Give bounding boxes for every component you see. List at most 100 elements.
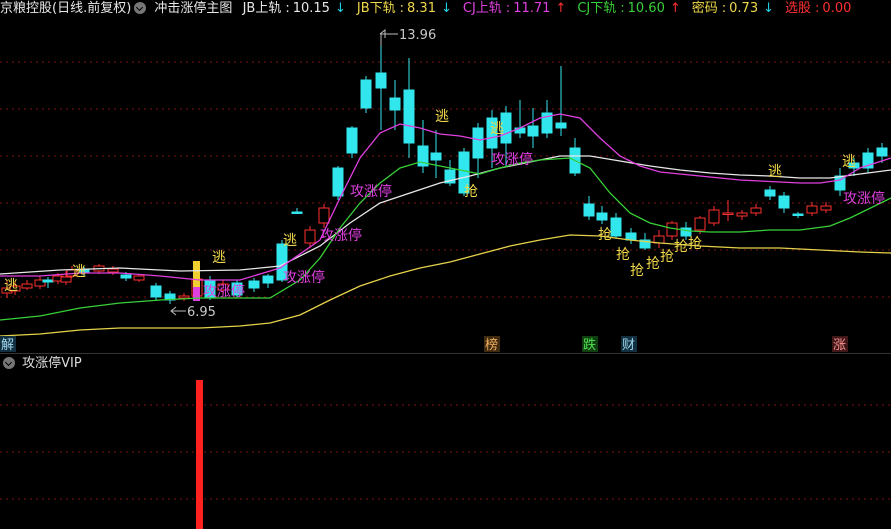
candle-body [792,213,804,216]
arrow-up-icon: ↑ [669,1,681,16]
panel-divider [0,353,891,354]
metric-value: 10.15 [292,1,330,16]
attack-signal-text: 攻涨停 [491,151,533,168]
candle [527,108,539,148]
candle [736,210,748,220]
attack-signal-text: 攻涨停 [283,269,325,286]
event-tag-text: 涨 [833,338,846,353]
candle-body [680,227,692,237]
chevron-down-icon[interactable] [3,357,15,369]
candle [291,208,303,214]
escape-signal-text: 逃 [435,109,449,125]
magenta-band-line [0,113,891,281]
candle [625,228,637,244]
candle-body [722,212,734,215]
candle-body [107,268,119,273]
metric-1: JB下轨:8.31 ↓ [357,1,456,16]
metric-5: 选股:0.00 [785,1,855,16]
candle-body [708,209,720,224]
metric-separator: : [620,1,625,16]
metric-text: JB下轨 [356,1,396,16]
arrow-up-icon: ↑ [555,1,567,16]
candle-body [625,232,637,241]
escape-signal-text: 逃 [768,164,782,180]
event-tag-text: 财 [622,338,635,353]
metric-separator: : [721,1,727,16]
candle-body [806,205,818,214]
candle-body [820,205,832,211]
candle [430,130,442,178]
metric-text: 选股 [785,1,812,16]
candle-body [472,127,484,159]
grab-signal-text: 抢 [674,238,688,255]
candle [346,126,358,158]
candle [653,230,665,248]
price-chart[interactable]: 逃逃逃逃逃逃逃逃抢抢抢抢抢抢抢 抢攻涨停攻涨停攻涨停攻涨停攻涨停攻涨停13.966… [0,18,891,353]
candle [178,293,190,301]
candle-body [736,212,748,217]
vip-indicator-chart[interactable] [0,372,891,529]
event-tag: 榜 [484,336,500,353]
metric-text: 密码 [691,1,718,16]
event-tag: 解 [0,336,16,353]
candle-body [610,217,622,237]
candle-body [133,275,145,281]
candle [375,33,387,130]
event-tag-text: 跌 [583,337,596,353]
metric-4: 密码:0.73 ↓ [692,1,778,16]
candle-body [778,195,790,209]
candle [164,291,176,304]
metric-text: CJ上轨 [462,1,502,16]
candle-body [60,276,72,283]
candle [792,212,804,218]
subpanel-title[interactable]: 攻涨停VIP [22,356,82,371]
candle [722,200,734,221]
candle-body [42,279,54,283]
indicator-metrics: JB上轨:10.15 ↓ JB下轨:8.31 ↓ CJ上轨:11.71 ↑ CJ下轨:10.… [243,1,863,16]
candle [21,280,33,290]
candle [555,66,567,136]
escape-signal-text: 逃 [4,278,18,294]
candle [569,138,581,176]
candle [596,206,608,224]
chevron-down-icon[interactable] [134,2,147,14]
grab-signal-text: 抢 [598,226,612,243]
main-indicator-name[interactable]: 冲击涨停主图 [154,1,232,16]
candle-body [360,79,372,109]
candle-body [21,283,33,289]
candle-body [750,207,762,214]
escape-signal-text: 逃 [212,250,226,266]
candle [610,213,622,238]
candle [541,100,553,138]
escape-signal-text: 逃 [490,121,504,137]
candle-body [527,125,539,137]
candle [262,274,274,288]
candle-body [430,152,442,161]
metric-separator: : [285,1,290,16]
event-tag: 财 [621,336,637,353]
metric-value: 11.71 [513,1,551,16]
candle [862,148,874,173]
grab-signal-text: 抢 [630,262,644,279]
candle-body [583,203,595,217]
escape-signal-text: 逃 [72,264,86,280]
metric-value: 0.00 [822,1,852,16]
grab-signal-text: 抢 [660,248,674,265]
candle-body [694,217,706,231]
candle [389,80,401,130]
metric-0: JB上轨:10.15 ↓ [243,1,350,16]
metric-separator: : [505,1,511,16]
candle [708,206,720,226]
arrow-down-icon: ↓ [763,1,775,16]
candle-body [318,207,330,224]
candle-body [346,127,358,154]
candle-body [403,89,415,144]
stock-name[interactable]: 京粮控股(日线.前复权) [0,1,131,16]
arrow-down-icon: ↓ [334,1,346,16]
metric-separator: : [815,1,820,16]
candle-body [666,222,678,237]
event-tag: 跌 [582,336,598,353]
candle-body [262,275,274,284]
grab-signal-text: 抢 [646,255,660,272]
attack-signal-text: 攻涨停 [320,227,362,244]
